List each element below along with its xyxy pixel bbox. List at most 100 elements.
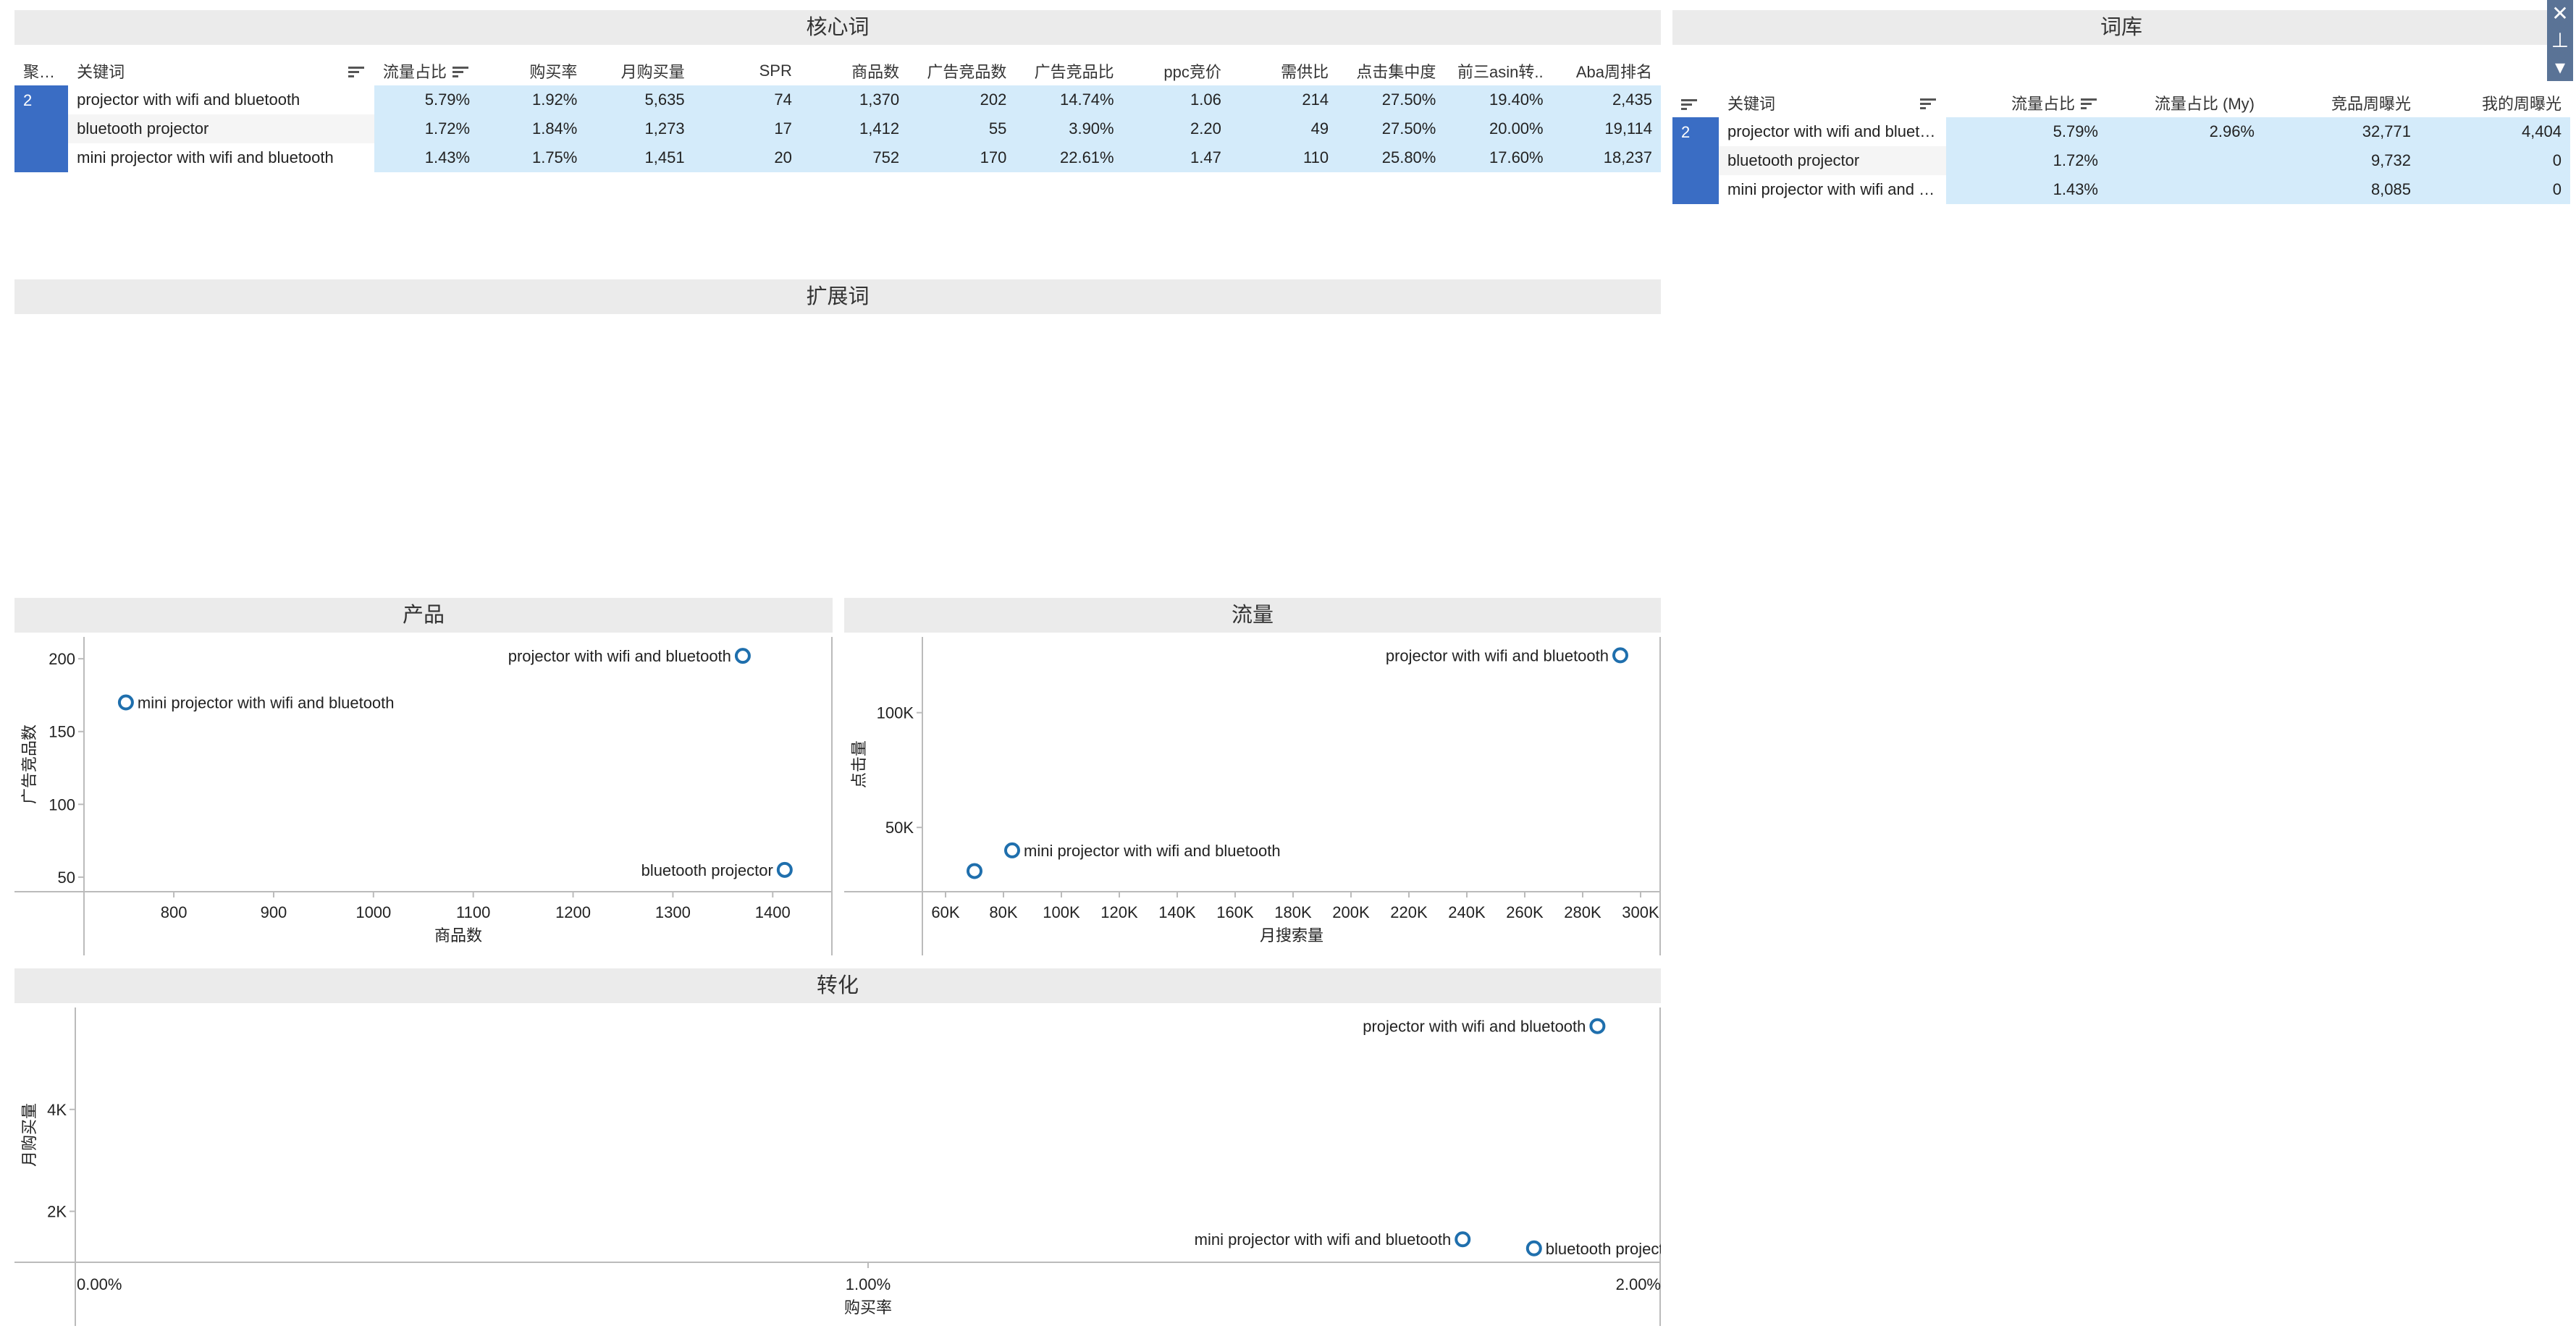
x-tick-label: 280K (1564, 903, 1601, 921)
col-monthly-purchases[interactable]: 月购买量 (586, 56, 693, 85)
close-icon[interactable]: ✕ (2547, 0, 2573, 27)
scatter-point (1004, 842, 1020, 858)
value-cell: 49 (1229, 114, 1338, 143)
value-cell: 20 (693, 143, 801, 172)
value-cell: 1.75% (479, 143, 586, 172)
col-click-concentration[interactable]: 点击集中度 (1337, 56, 1444, 85)
value-cell: 1.84% (479, 114, 586, 143)
y-tick-label: 200 (49, 650, 75, 668)
product-chart-panel: 产品 800 900 1000 1100 1200 1300 1400 50 100 150 200… (14, 598, 833, 955)
pin-icon[interactable]: ⊥ (2547, 27, 2573, 54)
y-axis-label: 月购买量 (20, 1103, 38, 1167)
x-tick-label: 1400 (755, 903, 791, 921)
lexicon-panel: 词库 关键词 流量占比 流量占比 (My) 竞品周曝光 我的周曝光 2 proj… (1672, 10, 2570, 204)
conversion-chart-title: 转化 (14, 968, 1661, 1003)
x-tick-label: 80K (989, 903, 1017, 921)
dropdown-icon[interactable]: ▾ (2547, 54, 2573, 80)
keyword-cell[interactable]: bluetooth projector (1719, 146, 1946, 175)
scatter-point (117, 694, 134, 711)
value-cell (2107, 175, 2263, 204)
x-tick-label: 160K (1216, 903, 1254, 921)
y-axis-label: 点击量 (850, 740, 868, 788)
col-keyword[interactable]: 关键词 (1719, 88, 1946, 117)
scatter-point (1589, 1018, 1606, 1034)
x-axis-label: 月搜索量 (1260, 926, 1323, 945)
value-cell: 17.60% (1444, 143, 1552, 172)
x-tick-label: 140K (1158, 903, 1196, 921)
cluster-cell[interactable]: 2 (14, 85, 69, 172)
col-competitor-exposure[interactable]: 竞品周曝光 (2263, 88, 2420, 117)
scatter-point (734, 648, 751, 664)
keyword-cell[interactable]: mini projector with wifi and bluetooth (68, 143, 374, 172)
table-row[interactable]: 2 projector with wifi and bluetooth 5.79… (14, 85, 1661, 172)
col-traffic-share-label: 流量占比 (2011, 95, 2075, 113)
value-cell: 1.47 (1122, 143, 1230, 172)
y-tick-label: 150 (49, 723, 75, 741)
point-label: mini projector with wifi and bluetooth (1195, 1230, 1452, 1249)
core-header-row: 聚类.. 关键词 流量占比 购买率 月购买量 SPR 商品数 广告竞品数 广告竞… (14, 56, 1661, 85)
x-tick-label: 200K (1332, 903, 1370, 921)
col-keyword-label: 关键词 (1727, 95, 1776, 113)
col-cluster-sort[interactable] (1672, 88, 1719, 117)
conversion-chart-panel: 转化 0.00% 1.00% 2.00% 2K 4K 购买率 月购买量 projector w… (14, 968, 1661, 1326)
col-my-exposure[interactable]: 我的周曝光 (2420, 88, 2570, 117)
value-cell: 1.43% (1946, 175, 2107, 204)
value-cell: 2,435 (1552, 85, 1661, 114)
value-cell: 5.79% (1946, 117, 2107, 146)
col-aba-rank[interactable]: Aba周排名 (1552, 56, 1661, 85)
point-label: mini projector with wifi and bluetooth (1024, 842, 1281, 860)
col-ppc-bid[interactable]: ppc竞价 (1123, 56, 1230, 85)
sort-icon[interactable] (2081, 96, 2098, 109)
side-controls: ✕ ⊥ ▾ (2547, 0, 2573, 81)
keyword-cell[interactable]: mini projector with wifi and bl.. (1719, 175, 1946, 204)
x-tick-label: 60K (931, 903, 959, 921)
sort-icon[interactable] (1681, 97, 1699, 111)
col-purchase-rate[interactable]: 购买率 (479, 56, 586, 85)
sort-icon[interactable] (453, 64, 470, 77)
sort-icon[interactable] (348, 64, 366, 77)
cluster-cell[interactable]: 2 (1672, 117, 1719, 204)
point-label: bluetooth projector (1546, 1240, 1661, 1258)
value-cell: 3.90% (1015, 114, 1123, 143)
value-cell: 110 (1229, 143, 1338, 172)
lexicon-title: 词库 (1672, 10, 2570, 45)
col-ad-competitor-ratio[interactable]: 广告竞品比 (1015, 56, 1122, 85)
col-spr[interactable]: SPR (694, 56, 801, 85)
y-tick-label: 50 (58, 869, 75, 887)
value-cell: 1.92% (479, 85, 586, 114)
table-row[interactable]: 2 projector with wifi and bluetoo.. 5.79… (1672, 117, 2570, 204)
col-traffic-share[interactable]: 流量占比 (1946, 88, 2107, 117)
point-label: mini projector with wifi and bluetooth (138, 694, 395, 712)
x-tick-label: 180K (1274, 903, 1312, 921)
x-tick-label: 0.00% (77, 1275, 122, 1293)
point-label: projector with wifi and bluetooth (1363, 1018, 1586, 1036)
value-cell: 1,273 (586, 114, 694, 143)
core-keywords-panel: 核心词 聚类.. 关键词 流量占比 购买率 月购买量 SPR 商品数 广告竞品数… (14, 10, 1661, 172)
table-row[interactable]: bluetooth projector 1.72% 9,732 0 (1672, 146, 2570, 175)
expansion-title: 扩展词 (14, 279, 1661, 314)
value-cell: 1.43% (374, 143, 479, 172)
sort-icon[interactable] (1920, 96, 1937, 109)
keyword-cell[interactable]: projector with wifi and bluetoo.. (1719, 117, 1946, 146)
value-cell: 18,237 (1552, 143, 1661, 172)
col-ad-competitors[interactable]: 广告竞品数 (908, 56, 1015, 85)
col-cluster[interactable]: 聚类.. (14, 56, 68, 85)
col-keyword[interactable]: 关键词 (68, 56, 374, 85)
col-traffic-share-my[interactable]: 流量占比 (My) (2107, 88, 2263, 117)
y-tick-label: 100 (49, 795, 75, 814)
keyword-cell[interactable]: bluetooth projector (68, 114, 374, 143)
col-top3-asin[interactable]: 前三asin转.. (1444, 56, 1552, 85)
col-keyword-label: 关键词 (77, 63, 125, 81)
col-product-count[interactable]: 商品数 (801, 56, 908, 85)
scatter-point (776, 861, 793, 878)
value-cell: 55 (908, 114, 1016, 143)
table-row[interactable]: mini projector with wifi and bluetooth 1… (14, 143, 1661, 172)
core-keywords-table: 聚类.. 关键词 流量占比 购买率 月购买量 SPR 商品数 广告竞品数 广告竞… (14, 56, 1661, 172)
col-demand-supply[interactable]: 需供比 (1230, 56, 1337, 85)
keyword-cell[interactable]: projector with wifi and bluetooth (68, 85, 374, 114)
table-row[interactable]: bluetooth projector 1.72% 1.84% 1,273 17… (14, 114, 1661, 143)
value-cell: 0 (2420, 146, 2570, 175)
col-traffic-share-label: 流量占比 (382, 63, 447, 81)
table-row[interactable]: mini projector with wifi and bl.. 1.43% … (1672, 175, 2570, 204)
col-traffic-share[interactable]: 流量占比 (374, 56, 479, 85)
